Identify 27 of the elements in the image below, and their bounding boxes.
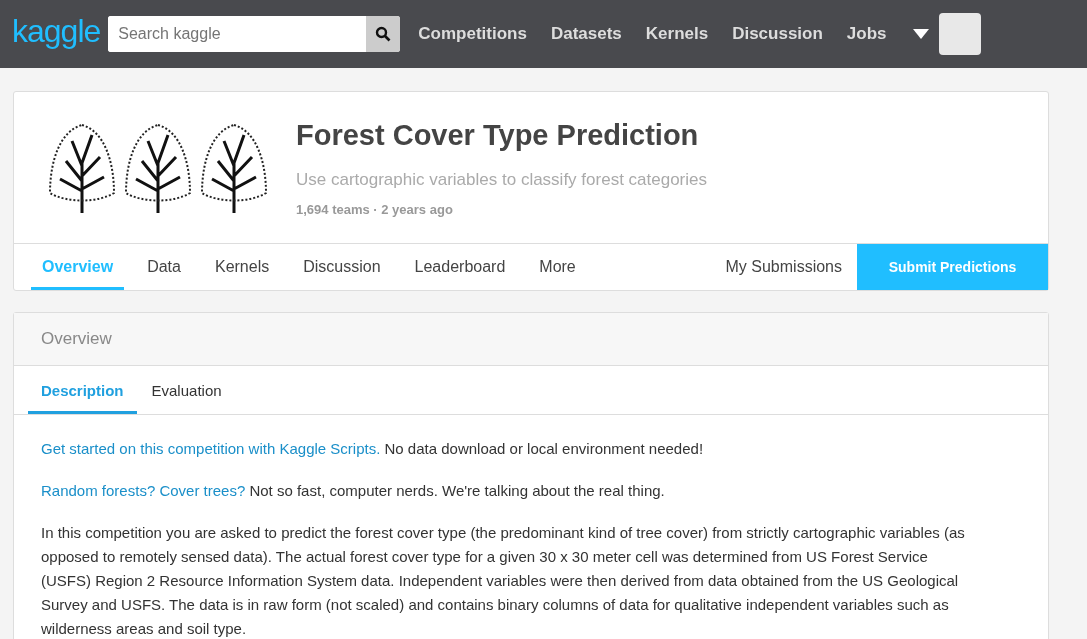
competition-tab[interactable]: Data: [136, 244, 192, 290]
nav-link[interactable]: Jobs: [846, 24, 887, 44]
paragraph: In this competition you are asked to predict the forest cover type (the predominant kind of tree cover) from strictly cartographic variables (as opposed to remotely sensed data). The actual forest cover type for a given 30 x 30 meter cell was determined from US Forest Service (USFS) Region 2 Resource Information System data. Independent variables were then derived from data obtained from the US Geological Survey and USFS. The data is in raw form (not scaled) and contains binary columns of data for qualitative independent variables such as wilderness areas and soil type.: [41, 523, 966, 639]
competition-tab[interactable]: Discussion: [292, 244, 392, 290]
competition-title: Forest Cover Type Prediction: [296, 118, 700, 152]
competition-subtitle: Use cartographic variables to classify forest categories: [296, 169, 707, 190]
competition-tab[interactable]: Leaderboard: [403, 244, 517, 290]
paragraph: Get started on this competition with Kaggle Scripts. No data download or local environment needed!: [41, 439, 705, 459]
search-field[interactable]: Search kaggle: [108, 16, 401, 52]
link[interactable]: Get started on this competition with Kaggle Scripts.: [41, 440, 381, 457]
my-submissions-link[interactable]: My Submissions: [710, 244, 857, 290]
link[interactable]: Random forests? Cover trees?: [41, 482, 246, 499]
nav-link[interactable]: Competitions: [418, 24, 527, 44]
kaggle-logo[interactable]: kaggle: [12, 12, 101, 56]
nav-link[interactable]: Kernels: [645, 24, 709, 44]
search-button[interactable]: [366, 16, 401, 52]
avatar-placeholder[interactable]: [938, 13, 981, 55]
search-icon: [375, 26, 392, 42]
caret-icon[interactable]: [912, 29, 929, 39]
competition-tab[interactable]: Kernels: [203, 244, 281, 290]
nav-link[interactable]: Discussion: [732, 24, 823, 44]
nav-link[interactable]: Datasets: [550, 24, 622, 44]
competition-meta: 1,694 teams · 2 years ago: [296, 201, 454, 217]
competition-tab[interactable]: More: [528, 244, 587, 290]
section-title: Overview: [41, 329, 112, 349]
section-tab[interactable]: Evaluation: [138, 366, 235, 414]
paragraph: Random forests? Cover trees? Not so fast, computer nerds. We're talking about the real thing.: [41, 481, 666, 501]
